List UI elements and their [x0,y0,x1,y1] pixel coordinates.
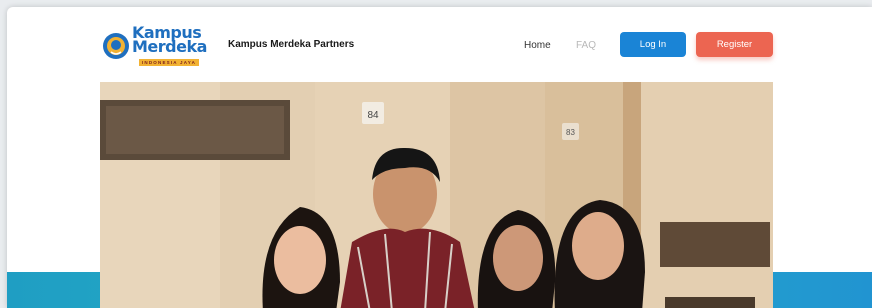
door-number-83: 83 [566,128,575,137]
site-brand-title: Kampus Merdeka Partners [228,39,355,50]
browser-window: Kampus Merdeka INDONESIA JAYA Kampus Mer… [7,7,872,308]
register-button[interactable]: Register [696,32,773,57]
logo-wordmark: Kampus Merdeka [132,23,207,56]
tut-wuri-emblem-icon [103,33,129,59]
top-navbar: Kampus Merdeka INDONESIA JAYA Kampus Mer… [7,7,872,83]
kampus-merdeka-logo[interactable]: Kampus Merdeka INDONESIA JAYA [102,25,212,70]
hero-photo: 84 83 [100,82,773,308]
nav-link-faq[interactable]: FAQ [576,40,596,51]
logo-tagline: INDONESIA JAYA [139,59,199,66]
login-button[interactable]: Log In [620,32,686,57]
door-number-84: 84 [367,110,379,121]
nav-link-home[interactable]: Home [524,40,551,51]
